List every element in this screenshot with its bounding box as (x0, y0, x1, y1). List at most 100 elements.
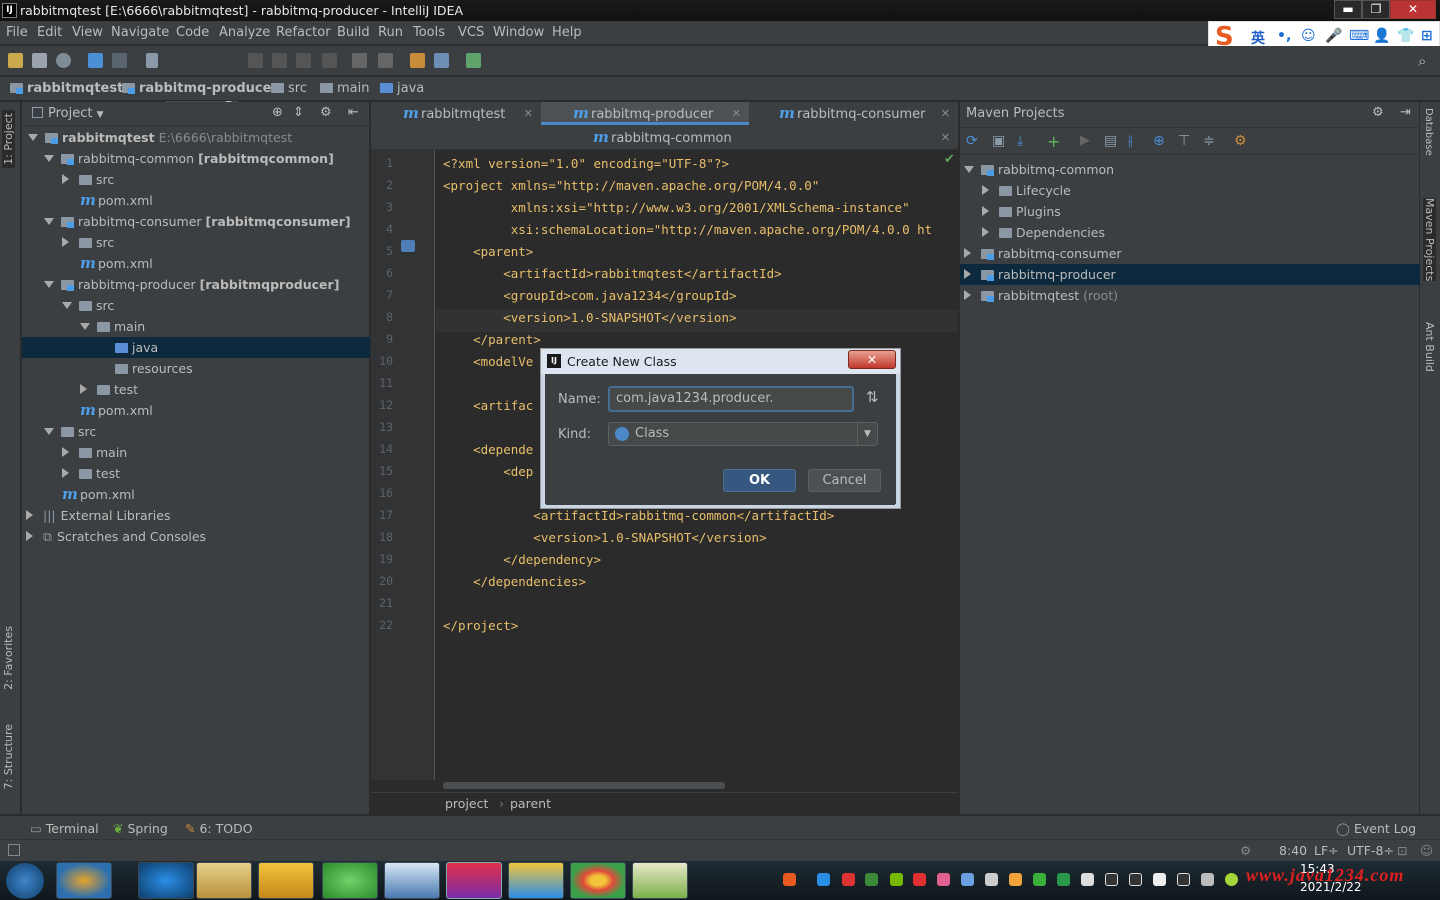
punctuation-icon[interactable]: •, (1277, 28, 1291, 44)
code-line[interactable]: <dep (443, 464, 533, 479)
tree-item[interactable]: src (22, 295, 370, 316)
caret-position[interactable]: 8:40 (1279, 843, 1307, 858)
tree-item[interactable]: ⧉ Scratches and Consoles (22, 526, 370, 547)
terminal-tab[interactable]: ▭ Terminal (30, 821, 99, 836)
minimize-button[interactable]: ▬ (1334, 0, 1362, 19)
inspector-icon[interactable]: ☺ (1420, 843, 1433, 858)
code-line[interactable]: xsi:schemaLocation="http://maven.apache.… (443, 222, 932, 237)
sdk-icon[interactable] (466, 53, 481, 68)
menu-edit[interactable]: Edit (37, 25, 62, 40)
start-button[interactable] (6, 863, 44, 899)
tree-item[interactable]: m pom.xml (22, 190, 370, 211)
sogou-tray-icon[interactable] (783, 873, 796, 886)
tree-item[interactable]: m pom.xml (22, 253, 370, 274)
run-icon[interactable]: ▶ (1080, 133, 1090, 148)
wechat-tray-icon[interactable] (1033, 873, 1046, 886)
code-line[interactable]: <artifactId>rabbitmq-common</artifactId> (443, 508, 834, 523)
shield-icon[interactable] (865, 873, 878, 886)
maven-parent-gutter-icon[interactable] (401, 240, 415, 252)
qq-icon[interactable] (1177, 873, 1190, 886)
editor-breadcrumb-item[interactable]: project (445, 796, 488, 811)
file-encoding[interactable]: UTF-8÷ (1347, 843, 1394, 858)
tree-item[interactable]: resources (22, 358, 370, 379)
editor-breadcrumb-item[interactable]: parent (510, 796, 551, 811)
toggle-tool-windows-icon[interactable] (8, 844, 20, 856)
dialog-close-button[interactable]: ✕ (848, 350, 896, 369)
user-icon[interactable]: 👤 (1373, 28, 1390, 44)
close-tab-icon[interactable]: ✕ (941, 126, 950, 149)
open-icon[interactable] (8, 53, 23, 68)
cancel-button[interactable]: Cancel (808, 469, 881, 492)
tool-tab-ant-build[interactable]: Ant Build (1423, 322, 1436, 372)
lock-icon[interactable]: ⊡ (1397, 843, 1407, 858)
editor-tab[interactable]: m rabbitmq-consumer ✕ (749, 102, 958, 125)
stop-icon[interactable] (322, 53, 337, 68)
generate-sources-icon[interactable]: ▣ (992, 133, 1005, 149)
gear-icon[interactable]: ⚙ (320, 105, 332, 120)
save-icon[interactable] (32, 53, 47, 68)
microphone-icon[interactable]: 🎤 (1325, 28, 1342, 44)
tree-item[interactable]: src (22, 169, 370, 190)
close-tab-icon[interactable]: ✕ (732, 102, 741, 125)
back-icon[interactable] (88, 53, 103, 68)
menu-navigate[interactable]: Navigate (111, 25, 169, 40)
file-explorer-icon[interactable] (196, 862, 252, 899)
tray-icon[interactable] (913, 873, 926, 886)
close-tab-icon[interactable]: ✕ (941, 102, 950, 125)
download-icon[interactable]: ⤓ (1017, 133, 1023, 149)
tree-item[interactable]: main (22, 316, 370, 337)
breadcrumb-item[interactable]: main (320, 81, 369, 96)
menu-tools[interactable]: Tools (413, 25, 445, 40)
menu-code[interactable]: Code (176, 25, 209, 40)
horizontal-scrollbar[interactable] (443, 782, 725, 789)
code-line[interactable]: <artifactId>rabbitmqtest</artifactId> (443, 266, 781, 281)
notepad-icon[interactable] (632, 862, 688, 899)
grid-icon[interactable]: ⊞ (1421, 28, 1433, 44)
restore-button[interactable]: ❐ (1362, 0, 1390, 19)
tree-item[interactable]: test (22, 463, 370, 484)
tree-item[interactable]: test (22, 379, 370, 400)
maven-tree-item[interactable]: rabbitmqtest (root) (960, 285, 1420, 306)
menu-help[interactable]: Help (552, 25, 582, 40)
collapse-all-icon[interactable]: ≑ (1203, 133, 1215, 149)
ime-language[interactable]: 英 (1251, 28, 1265, 48)
settings-icon[interactable] (410, 53, 425, 68)
tree-item[interactable]: ||| External Libraries (22, 505, 370, 526)
tool-tab-project[interactable]: 1: Project (2, 110, 15, 168)
run-icon[interactable] (248, 53, 263, 68)
wechat-icon[interactable] (322, 862, 378, 899)
gear-icon[interactable]: ⚙ (1372, 105, 1384, 120)
keyboard-icon[interactable]: ⌨ (1349, 28, 1369, 44)
code-line[interactable]: <artifac (443, 398, 533, 413)
breadcrumb-item[interactable]: src (271, 81, 307, 96)
spring-tab[interactable]: ❦ Spring (113, 821, 168, 836)
close-window-button[interactable]: ✕ (1390, 0, 1436, 19)
menu-vcs[interactable]: VCS (458, 25, 484, 40)
tool-tab-maven-projects[interactable]: Maven Projects (1423, 198, 1436, 282)
menu-file[interactable]: File (6, 25, 28, 40)
project-view-dropdown[interactable]: Project ▼ (32, 106, 104, 121)
todo-tab[interactable]: ✎ 6: TODO (185, 821, 253, 836)
vcs-commit-icon[interactable] (378, 53, 393, 68)
tree-item[interactable]: src (22, 232, 370, 253)
menu-window[interactable]: Window (493, 25, 544, 40)
maven-settings-icon[interactable]: ⚙ (1234, 133, 1247, 149)
tray-icon[interactable] (1009, 873, 1022, 886)
taskbar-app-icon[interactable] (508, 862, 564, 899)
taskbar-app-icon[interactable] (56, 862, 112, 899)
tree-item[interactable]: m pom.xml (22, 484, 370, 505)
tree-item-selected[interactable]: java (22, 337, 370, 358)
nvidia-icon[interactable] (890, 873, 903, 886)
java-app-icon[interactable] (258, 862, 314, 899)
tray-icon[interactable] (961, 873, 974, 886)
code-line[interactable]: </parent> (443, 332, 541, 347)
breadcrumb-item[interactable]: rabbitmq-producer (122, 81, 278, 96)
tree-item[interactable]: main (22, 442, 370, 463)
tray-icon[interactable] (985, 873, 998, 886)
menu-analyze[interactable]: Analyze (219, 25, 270, 40)
forward-icon[interactable] (112, 53, 127, 68)
editor-tab[interactable]: m rabbitmqtest ✕ (371, 102, 541, 125)
maven-tree-item[interactable]: Lifecycle (960, 180, 1420, 201)
code-line[interactable]: <modelVe (443, 354, 533, 369)
collapse-icon[interactable]: ⇕ (293, 105, 304, 120)
